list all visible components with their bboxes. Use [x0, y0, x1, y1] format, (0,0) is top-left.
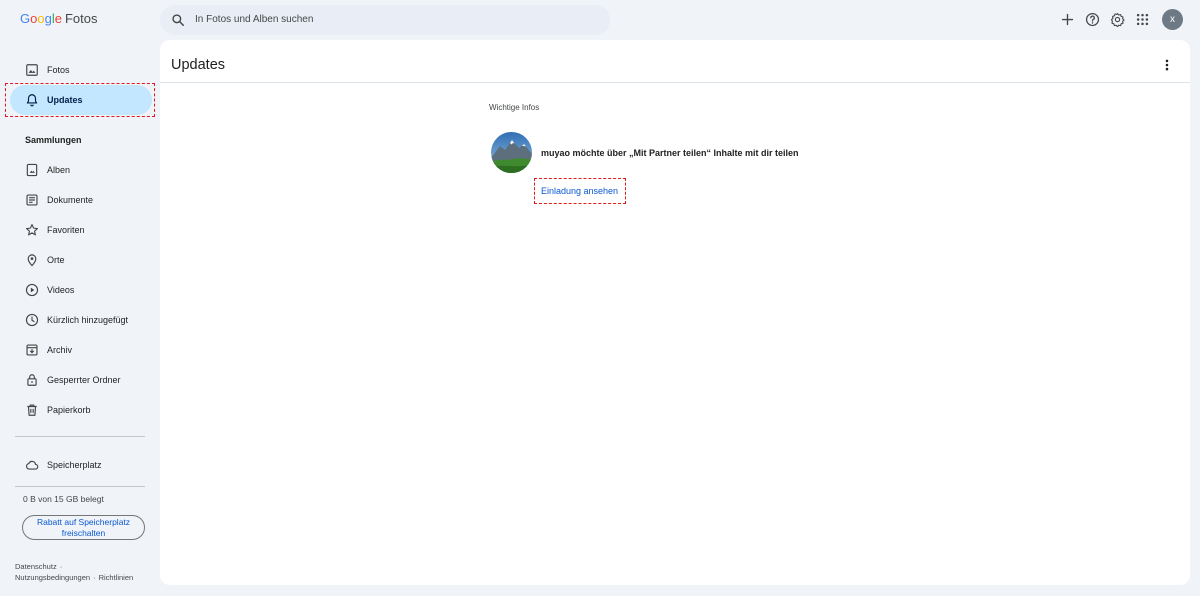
- photo-icon: [26, 64, 38, 76]
- sidebar-item-gesperrter-ordner[interactable]: Gesperrter Ordner: [10, 365, 152, 395]
- sidebar-item-label: Updates: [47, 95, 83, 105]
- sharer-avatar: [491, 132, 532, 173]
- lock-icon: [27, 374, 37, 386]
- logo-product-name: Fotos: [64, 11, 98, 26]
- star-icon: [26, 224, 38, 236]
- settings-icon[interactable]: [1110, 12, 1125, 27]
- search-icon: [172, 14, 185, 27]
- collections-heading: Sammlungen: [25, 135, 82, 145]
- privacy-link[interactable]: Datenschutz: [15, 562, 57, 571]
- sidebar: Fotos Updates Sammlungen Alben Dokumente…: [0, 40, 160, 596]
- sidebar-item-videos[interactable]: Videos: [10, 275, 152, 305]
- search-input[interactable]: In Fotos und Alben suchen: [195, 13, 313, 27]
- add-icon[interactable]: [1060, 12, 1075, 27]
- section-heading: Wichtige Infos: [489, 103, 540, 112]
- album-icon: [26, 163, 38, 177]
- sidebar-item-dokumente[interactable]: Dokumente: [10, 185, 152, 215]
- sidebar-item-alben[interactable]: Alben: [10, 155, 152, 185]
- sidebar-item-fotos[interactable]: Fotos: [10, 55, 152, 85]
- unlock-storage-discount-button[interactable]: Rabatt auf Speicherplatz freischalten: [22, 515, 145, 540]
- logo-letter: e: [54, 11, 62, 26]
- document-icon: [26, 194, 38, 206]
- account-avatar[interactable]: x: [1162, 9, 1183, 30]
- sidebar-item-updates[interactable]: Updates: [10, 85, 152, 115]
- google-fotos-logo[interactable]: Google Fotos: [20, 11, 97, 27]
- play-circle-icon: [25, 283, 39, 297]
- search-bar[interactable]: In Fotos und Alben suchen: [160, 5, 610, 35]
- clock-icon: [25, 313, 39, 327]
- notification-message: muyao möchte über „Mit Partner teilen“ I…: [541, 148, 799, 158]
- logo-letter: o: [37, 11, 45, 26]
- trash-icon: [27, 404, 37, 416]
- cloud-icon: [25, 460, 39, 470]
- top-app-bar: Google Fotos In Fotos und Alben suchen x: [0, 0, 1200, 40]
- terms-link[interactable]: Nutzungsbedingungen: [15, 573, 90, 582]
- more-vert-icon[interactable]: [1160, 58, 1174, 72]
- footer-links: Datenschutz · Nutzungsbedingungen · Richtli…: [15, 562, 134, 582]
- help-icon[interactable]: [1085, 12, 1100, 27]
- sidebar-item-label: Dokumente: [47, 195, 94, 205]
- sidebar-item-label: Kürzlich hinzugefügt: [47, 315, 129, 325]
- view-invitation-link[interactable]: Einladung ansehen: [541, 185, 618, 197]
- sidebar-item-orte[interactable]: Orte: [10, 245, 152, 275]
- bell-icon: [26, 94, 38, 107]
- sidebar-item-label: Favoriten: [47, 225, 85, 235]
- policies-link[interactable]: Richtlinien: [99, 573, 134, 582]
- logo-letter: g: [44, 11, 52, 26]
- sidebar-item-archiv[interactable]: Archiv: [10, 335, 152, 365]
- sidebar-item-kuerzlich-hinzugefuegt[interactable]: Kürzlich hinzugefügt: [10, 305, 152, 335]
- sidebar-item-label: Archiv: [47, 345, 73, 355]
- archive-icon: [26, 344, 38, 356]
- title-divider: [160, 82, 1190, 83]
- sidebar-item-label: Fotos: [47, 65, 70, 75]
- sidebar-item-label: Alben: [47, 165, 71, 175]
- logo-letter: G: [20, 11, 31, 26]
- storage-usage-text: 0 B von 15 GB belegt: [23, 494, 104, 504]
- mountain-photo-thumbnail: [491, 132, 532, 173]
- sidebar-item-label: Gesperrter Ordner: [47, 375, 121, 385]
- sidebar-item-label: Papierkorb: [47, 405, 91, 415]
- sidebar-divider: [15, 436, 145, 437]
- sidebar-item-speicherplatz[interactable]: Speicherplatz: [10, 450, 152, 480]
- sidebar-divider: [15, 486, 145, 487]
- sidebar-item-papierkorb[interactable]: Papierkorb: [10, 395, 152, 425]
- location-icon: [27, 254, 37, 267]
- main-panel: Updates Wichtige Infos muyao möchte über…: [160, 40, 1190, 585]
- sidebar-item-label: Orte: [47, 255, 65, 265]
- page-title: Updates: [171, 57, 226, 73]
- sidebar-item-label: Speicherplatz: [47, 460, 102, 470]
- sidebar-item-favoriten[interactable]: Favoriten: [10, 215, 152, 245]
- sidebar-item-label: Videos: [47, 285, 75, 295]
- apps-icon[interactable]: [1135, 12, 1150, 27]
